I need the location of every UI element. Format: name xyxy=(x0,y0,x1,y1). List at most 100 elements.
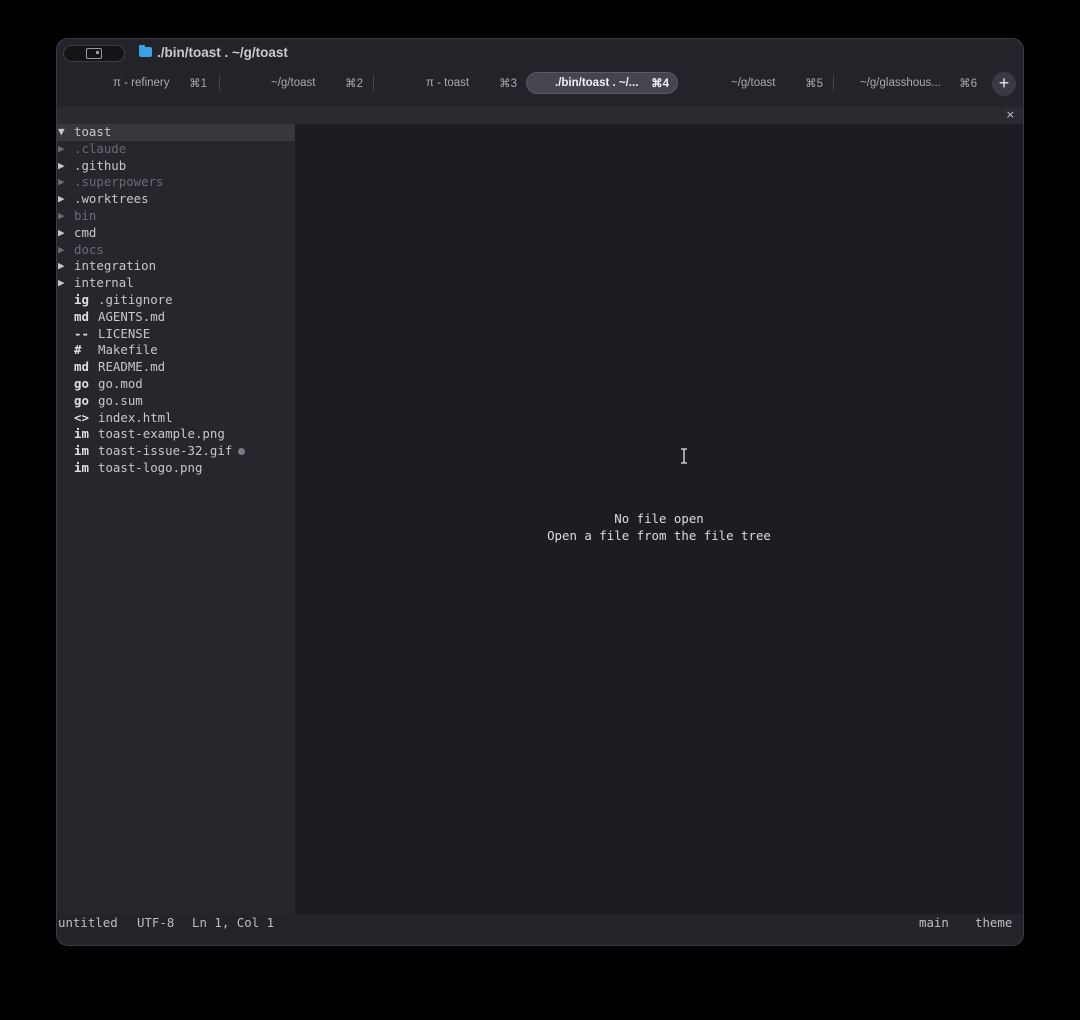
tab-2[interactable]: ~/g/toast ⌘2 xyxy=(221,72,371,94)
file-name-text: go.mod xyxy=(98,376,143,391)
collapsed-arrow-icon: ▶ xyxy=(58,276,65,290)
file-name: index.html xyxy=(98,410,173,427)
text-cursor-icon xyxy=(681,448,687,464)
file-name-text: toast-issue-32.gif xyxy=(98,443,233,459)
folder-name: internal xyxy=(74,275,134,291)
file-name-text: AGENTS.md xyxy=(98,308,166,324)
file-name-text: README.md xyxy=(98,359,166,375)
file-tree: ▼ toast ▶ .claude ▶ .github ▶ .superpowers ▶ .w… xyxy=(57,124,295,914)
editor-tab-strip xyxy=(57,107,1023,124)
status-filename: untitled xyxy=(58,915,118,930)
tree-folder[interactable]: ▶ bin xyxy=(57,208,295,225)
collapsed-arrow-icon: ▶ xyxy=(58,141,65,155)
file-type-icon: -- xyxy=(74,325,89,341)
tree-folder[interactable]: ▶ internal xyxy=(57,275,295,292)
folder-name: .claude xyxy=(74,140,127,156)
tab-shortcut: ⌘2 xyxy=(345,78,363,90)
status-bar: untitled UTF-8 Ln 1, Col 1 main theme xyxy=(57,914,1023,932)
file-name: .gitignore xyxy=(98,292,173,309)
file-type-icon: <> xyxy=(74,409,89,425)
file-name-text: .gitignore xyxy=(98,292,173,307)
collapsed-arrow-icon: ▶ xyxy=(58,225,65,239)
folder-name: docs xyxy=(74,241,104,257)
file-name-text: toast-example.png xyxy=(98,426,225,442)
tree-file[interactable]: go go.sum xyxy=(57,393,295,410)
folder-name: integration xyxy=(74,258,157,274)
file-name: go.sum xyxy=(98,393,143,410)
tab-4-active[interactable]: ./bin/toast . ~/... ⌘4 xyxy=(526,72,678,94)
file-name-text: go.sum xyxy=(98,392,143,408)
folder-name: .github xyxy=(74,157,127,173)
file-type-icon: md xyxy=(74,359,89,375)
file-name: README.md xyxy=(98,359,165,376)
tree-file[interactable]: ig .gitignore xyxy=(57,292,295,309)
tree-file[interactable]: im toast-example.png xyxy=(57,426,295,443)
tree-folder[interactable]: ▶ .claude xyxy=(57,141,295,158)
tab-6[interactable]: ~/g/glasshous... ⌘6 xyxy=(835,72,985,94)
file-name: AGENTS.md xyxy=(98,309,165,326)
tab-separator xyxy=(373,75,374,91)
file-type-icon: im xyxy=(74,460,89,475)
file-type-icon: go xyxy=(74,376,89,391)
file-name: Makefile xyxy=(98,342,158,359)
sidebar-toggle-button[interactable] xyxy=(63,45,125,62)
file-type-icon: # xyxy=(74,342,82,358)
tree-file[interactable]: im toast-issue-32.gif xyxy=(57,443,295,460)
collapsed-arrow-icon: ▶ xyxy=(58,209,65,222)
tree-folder[interactable]: ▶ .superpowers xyxy=(57,174,295,191)
tree-file[interactable]: im toast-logo.png xyxy=(57,460,295,477)
tab-shortcut: ⌘4 xyxy=(651,78,669,90)
tab-label: ~/g/toast xyxy=(731,77,776,89)
tree-file[interactable]: <> index.html xyxy=(57,410,295,427)
tree-folder[interactable]: ▶ .github xyxy=(57,158,295,175)
title-bar: ./bin/toast . ~/g/toast xyxy=(57,39,1023,69)
tab-shortcut: ⌘5 xyxy=(805,78,823,90)
file-type-icon: go xyxy=(74,392,89,408)
close-icon[interactable]: × xyxy=(1006,108,1015,121)
tree-folder[interactable]: ▶ docs xyxy=(57,242,295,259)
file-type-icon: im xyxy=(74,443,89,459)
folder-name: cmd xyxy=(74,224,97,240)
status-git-branch[interactable]: main xyxy=(919,914,949,932)
file-name: toast-example.png xyxy=(98,426,225,443)
collapsed-arrow-icon: ▶ xyxy=(58,192,65,206)
tab-label: π - toast xyxy=(426,77,470,89)
file-name-text: LICENSE xyxy=(98,325,151,341)
empty-state-title: No file open xyxy=(614,511,704,526)
tree-file[interactable]: md AGENTS.md xyxy=(57,309,295,326)
tree-file[interactable]: # Makefile xyxy=(57,342,295,359)
folder-name: toast xyxy=(74,124,112,139)
collapsed-arrow-icon: ▶ xyxy=(58,158,65,172)
editor-area[interactable]: No file open Open a file from the file t… xyxy=(295,124,1023,914)
status-encoding[interactable]: UTF-8 xyxy=(137,914,174,932)
file-type-icon: md xyxy=(74,308,89,324)
tab-label: π - refinery xyxy=(113,77,170,89)
tab-5[interactable]: ~/g/toast ⌘5 xyxy=(681,72,831,94)
tab-shortcut: ⌘3 xyxy=(499,78,517,90)
tab-shortcut: ⌘1 xyxy=(189,78,207,90)
tree-folder[interactable]: ▶ integration xyxy=(57,258,295,275)
collapsed-arrow-icon: ▶ xyxy=(58,259,65,273)
tree-folder[interactable]: ▶ cmd xyxy=(57,225,295,242)
window-title: ./bin/toast . ~/g/toast xyxy=(157,45,288,60)
file-type-icon: ig xyxy=(74,292,89,307)
file-name-text: Makefile xyxy=(98,342,158,358)
tree-file[interactable]: md README.md xyxy=(57,359,295,376)
new-tab-button[interactable]: + xyxy=(992,72,1016,96)
status-cursor-position[interactable]: Ln 1, Col 1 xyxy=(192,914,274,932)
status-theme[interactable]: theme xyxy=(975,914,1012,932)
file-name: toast-logo.png xyxy=(98,460,202,477)
tab-3[interactable]: π - toast ⌘3 xyxy=(375,72,525,94)
tree-file[interactable]: -- LICENSE xyxy=(57,326,295,343)
tree-root-folder[interactable]: ▼ toast xyxy=(57,124,295,141)
folder-icon xyxy=(139,45,152,57)
app-window: ./bin/toast . ~/g/toast π - refinery ⌘1 … xyxy=(56,38,1024,946)
folder-name: .superpowers xyxy=(74,174,164,190)
expanded-arrow-icon: ▼ xyxy=(58,125,65,138)
folder-name: .worktrees xyxy=(74,191,149,207)
collapsed-arrow-icon: ▶ xyxy=(58,242,65,256)
tab-separator xyxy=(219,75,220,91)
tree-file[interactable]: go go.mod xyxy=(57,376,295,393)
tree-folder[interactable]: ▶ .worktrees xyxy=(57,191,295,208)
tab-1[interactable]: π - refinery ⌘1 xyxy=(65,72,215,94)
